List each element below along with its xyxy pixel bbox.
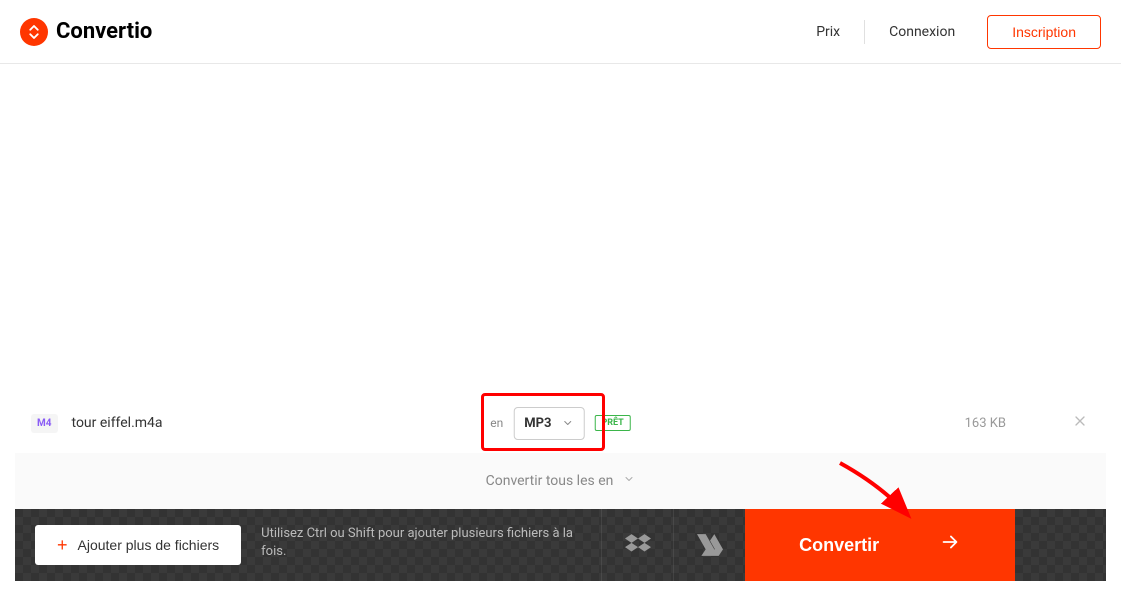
cloud-icons (601, 509, 745, 581)
add-more-label: Ajouter plus de fichiers (78, 537, 220, 553)
bottom-bar: + Ajouter plus de fichiers Utilisez Ctrl… (15, 509, 1106, 581)
chevron-down-icon (623, 473, 635, 489)
logo[interactable]: Convertio (20, 18, 152, 46)
format-value: MP3 (524, 416, 551, 431)
file-size: 163 KB (965, 416, 1006, 431)
status-badge: PRÊT (594, 415, 630, 431)
to-label: en (490, 416, 503, 430)
arrow-right-icon (939, 531, 961, 559)
convert-all-label: Convertir tous les en (486, 473, 614, 489)
nav-divider (864, 20, 865, 44)
add-more-button[interactable]: + Ajouter plus de fichiers (35, 525, 241, 565)
plus-icon: + (57, 535, 68, 556)
file-row: M4 tour eiffel.m4a en MP3 PRÊT 163 KB (15, 393, 1106, 453)
logo-icon (20, 18, 48, 46)
format-select[interactable]: MP3 (513, 407, 584, 440)
remove-file-button[interactable] (1072, 413, 1088, 434)
convert-button[interactable]: Convertir (745, 509, 1015, 581)
convert-all-bar[interactable]: Convertir tous les en (15, 453, 1106, 509)
signup-button[interactable]: Inscription (987, 15, 1101, 49)
google-drive-icon[interactable] (673, 509, 745, 581)
dropbox-icon[interactable] (601, 509, 673, 581)
header: Convertio Prix Connexion Inscription (0, 0, 1121, 64)
nav: Prix Connexion Inscription (800, 15, 1101, 49)
main-panel: M4 tour eiffel.m4a en MP3 PRÊT 163 KB Co… (0, 393, 1121, 596)
file-type-badge: M4 (31, 414, 58, 433)
chevron-down-icon (561, 414, 573, 433)
convert-label: Convertir (799, 535, 879, 556)
file-name: tour eiffel.m4a (72, 415, 163, 431)
brand-name: Convertio (56, 19, 152, 44)
file-conversion-controls: en MP3 PRÊT (490, 407, 631, 440)
nav-pricing[interactable]: Prix (800, 16, 856, 48)
hint-text: Utilisez Ctrl ou Shift pour ajouter plus… (241, 509, 601, 581)
nav-login[interactable]: Connexion (873, 16, 971, 48)
